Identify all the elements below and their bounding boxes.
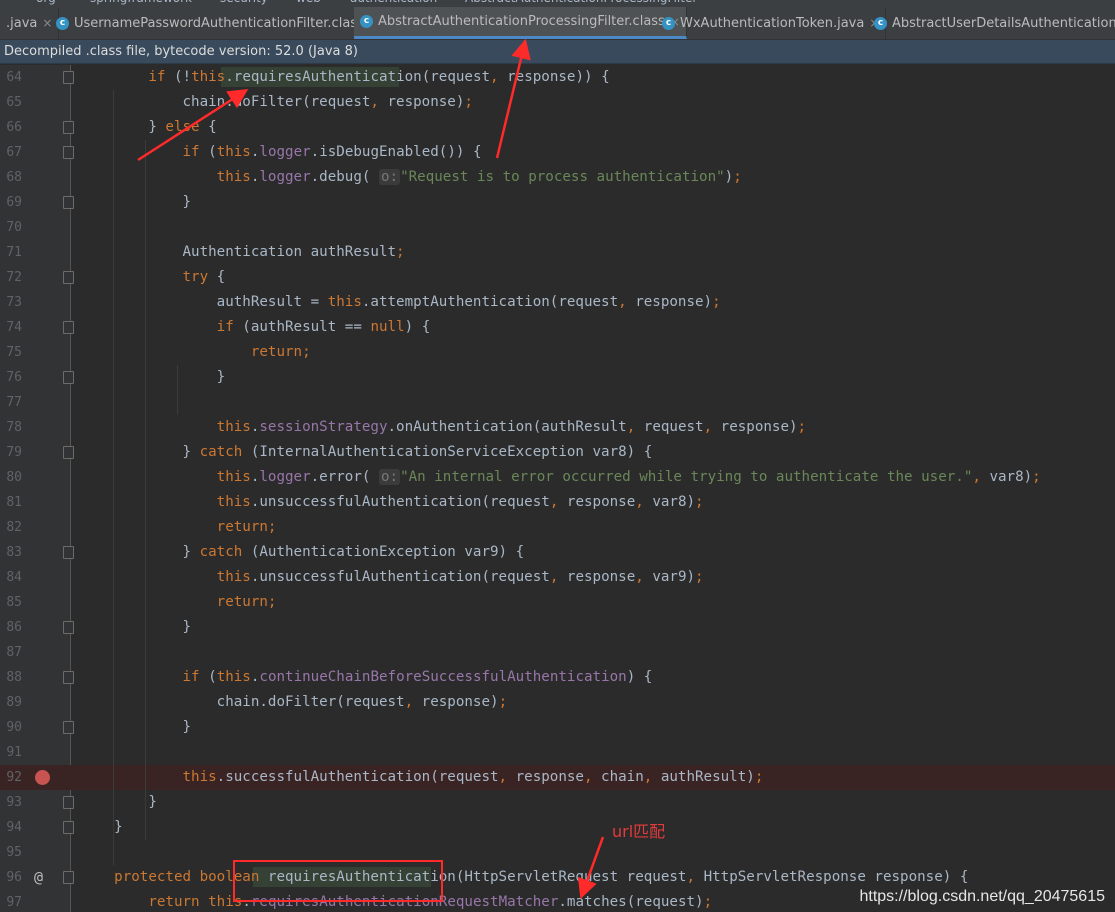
arrow-to-active-tab <box>495 38 531 159</box>
annotation-arrows <box>137 38 605 900</box>
arrow-to-requiresAuthentication-call <box>137 88 249 162</box>
arrow-to-matches-call <box>577 836 605 900</box>
